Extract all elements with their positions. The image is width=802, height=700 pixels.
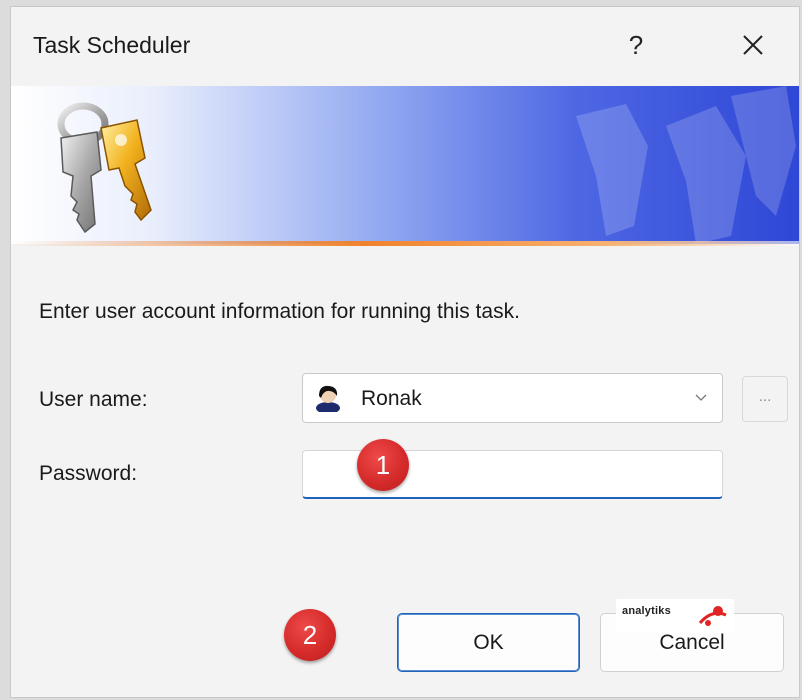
- close-button[interactable]: [733, 25, 773, 65]
- title-bar: Task Scheduler ?: [11, 7, 799, 87]
- keys-watermark-icon: [576, 86, 796, 244]
- task-scheduler-dialog: Task Scheduler ? Enter user account info…: [10, 6, 800, 698]
- header-banner: [11, 86, 799, 244]
- window-title: Task Scheduler: [33, 32, 191, 58]
- user-avatar-icon: [316, 385, 340, 412]
- watermark-text: analytiks: [622, 605, 671, 617]
- help-button[interactable]: ?: [621, 25, 651, 65]
- watermark-logo: analytiks: [616, 599, 734, 633]
- instruction-text: Enter user account information for runni…: [39, 300, 520, 323]
- username-value: Ronak: [361, 387, 422, 410]
- username-combobox[interactable]: Ronak: [302, 373, 723, 423]
- close-icon: [743, 35, 763, 55]
- browse-user-button[interactable]: ...: [742, 376, 788, 422]
- watermark-mark-icon: [698, 606, 727, 626]
- step-1-badge: 1: [357, 439, 409, 491]
- ok-button[interactable]: OK: [397, 613, 580, 672]
- chevron-down-icon: [695, 394, 707, 401]
- username-label: User name:: [39, 388, 148, 411]
- banner-accent-line: [11, 241, 799, 246]
- keys-icon: [57, 102, 152, 234]
- password-label: Password:: [39, 462, 138, 485]
- watermark-subtext: [622, 619, 623, 625]
- step-2-badge: 2: [284, 609, 336, 661]
